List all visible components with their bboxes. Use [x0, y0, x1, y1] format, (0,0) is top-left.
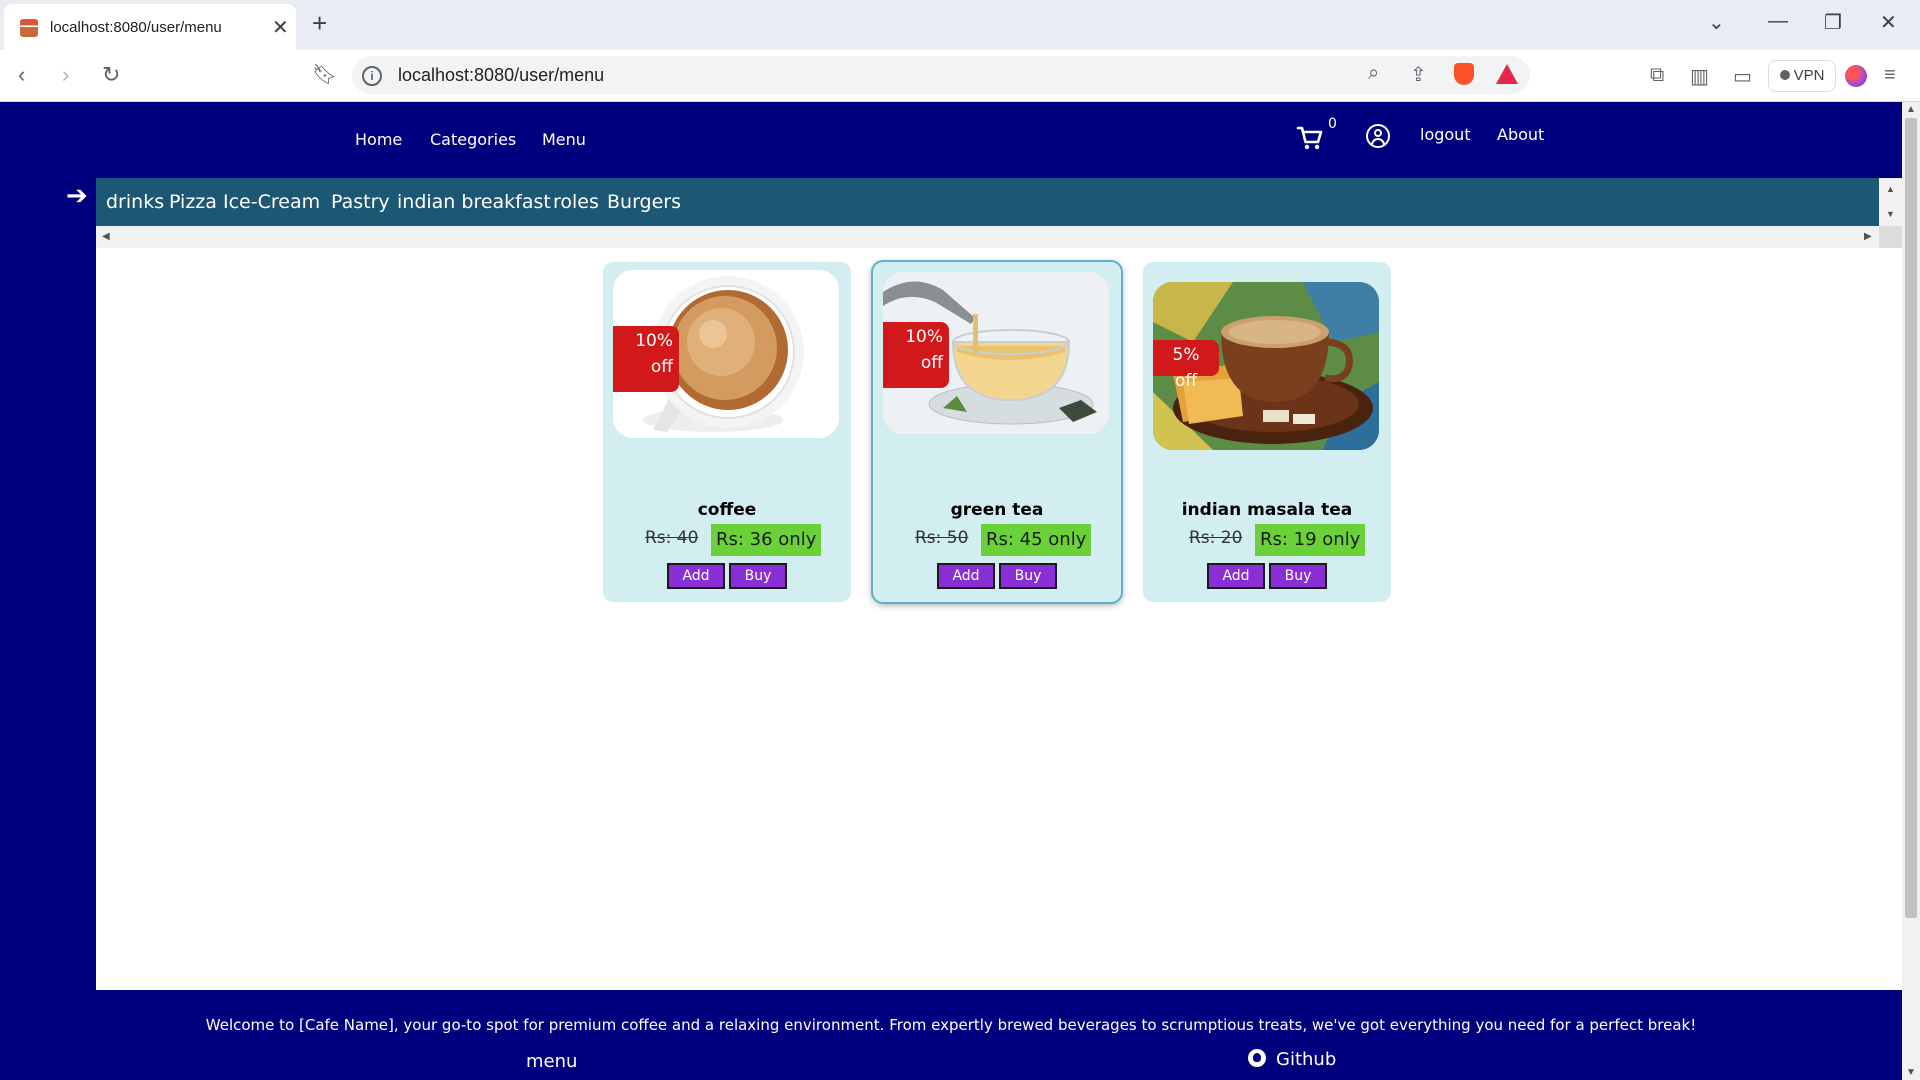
scroll-up-arrow-icon[interactable]: ▲ [1906, 104, 1916, 115]
footer-menu-link[interactable]: menu [526, 1051, 577, 1072]
category-ice-cream[interactable]: Ice-Cream [223, 191, 320, 213]
product-name: green tea [950, 500, 1044, 520]
buy-button[interactable]: Buy [729, 563, 787, 589]
discount-badge: 10% off [613, 326, 679, 392]
extensions-icon[interactable]: ⧉ [1650, 64, 1664, 87]
product-name: indian masala tea [1181, 500, 1353, 520]
nav-logout[interactable]: logout [1420, 125, 1471, 144]
discount-line1: 10% [905, 327, 943, 347]
site-info-icon[interactable]: i [362, 66, 382, 86]
page-scrollbar[interactable]: ▲ ▼ [1902, 102, 1920, 1080]
category-drinks[interactable]: drinks [106, 191, 164, 213]
back-icon[interactable]: ‹ [18, 62, 25, 88]
wallet-icon[interactable]: ▭ [1733, 64, 1752, 89]
discounted-price: Rs: 19 only [1255, 524, 1366, 556]
buy-button[interactable]: Buy [999, 563, 1057, 589]
favicon-icon [20, 19, 38, 37]
share-icon[interactable]: ⇪ [1410, 62, 1427, 87]
zoom-icon[interactable]: ⌕ [1368, 62, 1379, 85]
sidebar-icon[interactable]: ▥ [1690, 64, 1709, 89]
new-tab-icon[interactable]: + [312, 8, 327, 39]
nav-home[interactable]: Home [355, 130, 402, 149]
product-card-coffee: 10% off coffee Rs: 40 Rs: 36 only Add Bu… [603, 262, 851, 602]
discounted-price: Rs: 36 only [711, 524, 822, 556]
product-card-indian-masala-tea: 5% off indian masala tea Rs: 20 Rs: 19 o… [1143, 262, 1391, 602]
footer-welcome-text: Welcome to [Cafe Name], your go-to spot … [205, 1016, 1697, 1034]
nav-categories[interactable]: Categories [430, 130, 516, 149]
account-icon[interactable] [1366, 124, 1390, 148]
top-navbar: Home Categories Menu 0 logout About [0, 102, 1902, 179]
url-text[interactable]: localhost:8080/user/menu [398, 65, 604, 86]
cart-icon[interactable] [1296, 124, 1324, 152]
rewards-icon[interactable] [1496, 64, 1518, 84]
page: Home Categories Menu 0 logout About ➔ dr… [0, 102, 1902, 1080]
brave-shield-icon[interactable] [1454, 63, 1474, 85]
add-to-cart-button[interactable]: Add [937, 563, 995, 589]
original-price: Rs: 40 [645, 528, 699, 548]
reload-icon[interactable]: ↻ [102, 62, 120, 88]
menu-content: 10% off coffee Rs: 40 Rs: 36 only Add Bu… [96, 248, 1902, 990]
original-price: Rs: 20 [1189, 528, 1243, 548]
discount-badge: 5% off [1153, 340, 1219, 391]
close-tab-icon[interactable]: ✕ [272, 15, 289, 40]
bookmark-icon[interactable]: 🔖︎ [312, 62, 337, 87]
cart-count: 0 [1328, 116, 1337, 132]
scrollbar-corner [1879, 226, 1902, 248]
category-bar-vertical-scrollbar[interactable]: ▲ ▼ [1879, 178, 1902, 226]
discount-line1: 10% [635, 331, 673, 351]
forward-icon[interactable]: › [62, 62, 69, 88]
github-label: Github [1276, 1049, 1337, 1070]
buy-button[interactable]: Buy [1269, 563, 1327, 589]
discount-line2: off [920, 353, 943, 373]
address-bar[interactable]: i localhost:8080/user/menu ⌕ ⇪ [352, 56, 1530, 94]
discount-badge: 10% off [883, 322, 949, 388]
category-burgers[interactable]: Burgers [607, 191, 681, 213]
category-pastry[interactable]: Pastry [331, 191, 390, 213]
vpn-button[interactable]: VPN [1768, 60, 1836, 92]
discount-line2: off [650, 357, 673, 377]
close-window-icon[interactable]: ✕ [1880, 10, 1897, 35]
scroll-right-arrow-icon[interactable]: ▶ [1864, 231, 1872, 242]
add-to-cart-button[interactable]: Add [667, 563, 725, 589]
tab-strip: localhost:8080/user/menu ✕ + ⌄ — ❐ ✕ [0, 0, 1920, 50]
scroll-down-arrow-icon[interactable]: ▼ [1886, 209, 1895, 219]
discounted-price: Rs: 45 only [981, 524, 1092, 556]
vpn-label: VPN [1793, 67, 1825, 84]
page-scrollbar-thumb[interactable] [1905, 118, 1917, 918]
product-card-green-tea: 10% off green tea Rs: 50 Rs: 45 only Add… [873, 262, 1121, 602]
minimize-icon[interactable]: — [1768, 10, 1788, 33]
tab-title: localhost:8080/user/menu [50, 19, 222, 36]
github-icon [1248, 1049, 1266, 1067]
nav-about[interactable]: About [1497, 125, 1544, 144]
category-indian-breakfast[interactable]: indian breakfast [397, 191, 551, 213]
discount-line1: 5% off [1172, 345, 1200, 391]
nav-menu[interactable]: Menu [542, 130, 586, 149]
menu-icon[interactable]: ≡ [1884, 64, 1896, 87]
scroll-up-arrow-icon[interactable]: ▲ [1886, 184, 1895, 194]
sidebar-toggle-arrow-icon[interactable]: ➔ [66, 180, 88, 211]
tab-search-icon[interactable]: ⌄ [1708, 10, 1725, 35]
browser-toolbar: ‹ › ↻ 🔖︎ i localhost:8080/user/menu ⌕ ⇪ … [0, 50, 1920, 102]
vpn-icon [1779, 70, 1790, 80]
scroll-down-arrow-icon[interactable]: ▼ [1906, 1067, 1916, 1078]
category-bar: drinks Pizza Ice-Cream Pastry indian bre… [96, 178, 1879, 226]
category-roles[interactable]: roles [553, 191, 599, 213]
footer-github-link[interactable]: Github [1248, 1049, 1336, 1070]
scroll-left-arrow-icon[interactable]: ◀ [102, 231, 110, 242]
add-to-cart-button[interactable]: Add [1207, 563, 1265, 589]
browser-tab[interactable]: localhost:8080/user/menu ✕ [4, 4, 296, 50]
original-price: Rs: 50 [915, 528, 969, 548]
product-name: coffee [697, 500, 757, 520]
category-bar-horizontal-scrollbar[interactable]: ◀ ▶ [96, 226, 1879, 248]
profile-avatar[interactable] [1845, 65, 1867, 87]
restore-icon[interactable]: ❐ [1824, 10, 1842, 35]
category-pizza[interactable]: Pizza [169, 191, 217, 213]
